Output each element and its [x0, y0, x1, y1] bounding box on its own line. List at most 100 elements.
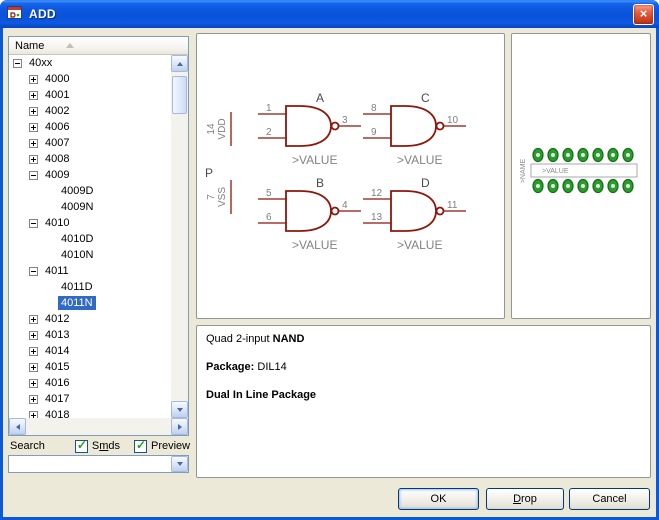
- power-pins: 14 VDD 7 VSS P: [205, 112, 231, 214]
- tree-item-label: 4009D: [58, 184, 96, 198]
- close-button[interactable]: ×: [633, 4, 654, 25]
- pad-hole: [596, 153, 600, 157]
- tree-item-4011D[interactable]: 4011D: [9, 279, 171, 295]
- svg-text:10: 10: [447, 115, 459, 126]
- tree-item-4000[interactable]: 4000: [9, 71, 171, 87]
- plus-expander-icon[interactable]: [29, 331, 38, 340]
- tree-item-4010N[interactable]: 4010N: [9, 247, 171, 263]
- description-line1: Quad 2-input NAND: [206, 332, 641, 346]
- smds-checkbox-label[interactable]: Smds: [92, 440, 120, 452]
- plus-expander-icon[interactable]: [29, 155, 38, 164]
- tree-item-4016[interactable]: 4016: [9, 375, 171, 391]
- tree-item-4008[interactable]: 4008: [9, 151, 171, 167]
- drop-button[interactable]: Drop: [486, 488, 564, 510]
- minus-expander-icon[interactable]: [13, 59, 22, 68]
- nand-gate-c: 8 9 10 C >VALUE: [363, 91, 466, 167]
- svg-text:6: 6: [266, 212, 272, 223]
- tree-item-4001[interactable]: 4001: [9, 87, 171, 103]
- svg-text:8: 8: [371, 103, 377, 114]
- ok-button[interactable]: OK: [398, 488, 479, 510]
- plus-expander-icon[interactable]: [29, 379, 38, 388]
- tree-item-label: 4018: [42, 408, 72, 418]
- tree-vertical-scrollbar[interactable]: [171, 55, 188, 418]
- smds-checkbox[interactable]: [75, 440, 88, 453]
- titlebar[interactable]: ADD ×: [0, 0, 659, 28]
- svg-text:13: 13: [371, 212, 383, 223]
- tree-item-4011N[interactable]: 4011N: [9, 295, 171, 311]
- tree-item-label: 4012: [42, 312, 72, 326]
- plus-expander-icon[interactable]: [29, 411, 38, 419]
- tree-item-4009D[interactable]: 4009D: [9, 183, 171, 199]
- tree-item-label: 40xx: [26, 56, 55, 70]
- plus-expander-icon[interactable]: [29, 75, 38, 84]
- svg-text:11: 11: [447, 200, 458, 211]
- plus-expander-icon[interactable]: [29, 395, 38, 404]
- plus-expander-icon[interactable]: [29, 139, 38, 148]
- tree-item-label: 4010D: [58, 232, 96, 246]
- tree-item-4013[interactable]: 4013: [9, 327, 171, 343]
- plus-expander-icon[interactable]: [29, 123, 38, 132]
- tree-item-4009[interactable]: 4009: [9, 167, 171, 183]
- tree-item-label: 4016: [42, 376, 72, 390]
- vdd-pin-number: 14: [206, 123, 217, 135]
- scroll-right-button[interactable]: [171, 418, 188, 435]
- vss-pin-number: 7: [206, 194, 217, 200]
- tree-item-4014[interactable]: 4014: [9, 343, 171, 359]
- vdd-pin-name: VDD: [217, 118, 228, 139]
- minus-expander-icon[interactable]: [29, 267, 38, 276]
- name-column-header[interactable]: Name: [9, 37, 188, 55]
- pad-hole: [566, 153, 570, 157]
- tree-item-label: 4008: [42, 152, 72, 166]
- tree-item-4010[interactable]: 4010: [9, 215, 171, 231]
- tree-horizontal-scrollbar[interactable]: [9, 418, 188, 435]
- tree-item-label: 4009N: [58, 200, 96, 214]
- tree-item-4009N[interactable]: 4009N: [9, 199, 171, 215]
- preview-checkbox-label[interactable]: Preview: [151, 440, 190, 452]
- tree-item-4006[interactable]: 4006: [9, 119, 171, 135]
- arrow-left-icon: [16, 424, 20, 430]
- preview-checkbox[interactable]: [134, 440, 147, 453]
- cancel-button[interactable]: Cancel: [569, 488, 650, 510]
- svg-text:C: C: [421, 91, 430, 105]
- search-dropdown-button[interactable]: [171, 456, 188, 472]
- svg-text:2: 2: [266, 127, 272, 138]
- tree-item-4017[interactable]: 4017: [9, 391, 171, 407]
- library-tree-panel: Name 40xx4000400140024006400740084009400…: [8, 36, 189, 436]
- tree-item-4002[interactable]: 4002: [9, 103, 171, 119]
- tree-item-4015[interactable]: 4015: [9, 359, 171, 375]
- plus-expander-icon[interactable]: [29, 315, 38, 324]
- minus-expander-icon[interactable]: [29, 171, 38, 180]
- svg-text:A: A: [316, 91, 324, 105]
- vertical-scroll-thumb[interactable]: [172, 76, 187, 114]
- svg-text:>VALUE: >VALUE: [397, 153, 442, 167]
- name-column-label: Name: [15, 40, 44, 52]
- plus-expander-icon[interactable]: [29, 91, 38, 100]
- plus-expander-icon[interactable]: [29, 107, 38, 116]
- tree-item-4010D[interactable]: 4010D: [9, 231, 171, 247]
- tree-item-4012[interactable]: 4012: [9, 311, 171, 327]
- tree-item-4007[interactable]: 4007: [9, 135, 171, 151]
- arrow-right-icon: [178, 424, 182, 430]
- search-input[interactable]: [10, 457, 170, 471]
- minus-expander-icon[interactable]: [29, 219, 38, 228]
- plus-expander-icon[interactable]: [29, 347, 38, 356]
- tree-item-40xx[interactable]: 40xx: [9, 55, 171, 71]
- tree-item-4018[interactable]: 4018: [9, 407, 171, 418]
- scroll-up-button[interactable]: [171, 55, 188, 72]
- scroll-left-button[interactable]: [9, 418, 26, 435]
- tree-item-label: 4011N: [58, 296, 96, 310]
- plus-expander-icon[interactable]: [29, 363, 38, 372]
- scroll-down-button[interactable]: [171, 401, 188, 418]
- svg-text:9: 9: [371, 127, 377, 138]
- nand-gate-d: 12 13 11 D >VALUE: [363, 176, 466, 252]
- tree-item-4011[interactable]: 4011: [9, 263, 171, 279]
- svg-text:1: 1: [266, 103, 272, 114]
- tree-item-label: 4014: [42, 344, 72, 358]
- tree-item-label: 4015: [42, 360, 72, 374]
- package-preview-drawing: >NAME >VALUE: [512, 34, 650, 318]
- power-gate-letter: P: [205, 166, 213, 180]
- arrow-down-icon: [177, 408, 183, 412]
- package-name-label: >NAME: [520, 159, 527, 184]
- svg-text:5: 5: [266, 188, 272, 199]
- symbol-preview-panel: 14 VDD 7 VSS P 1 2 3 A >VAL: [196, 33, 505, 319]
